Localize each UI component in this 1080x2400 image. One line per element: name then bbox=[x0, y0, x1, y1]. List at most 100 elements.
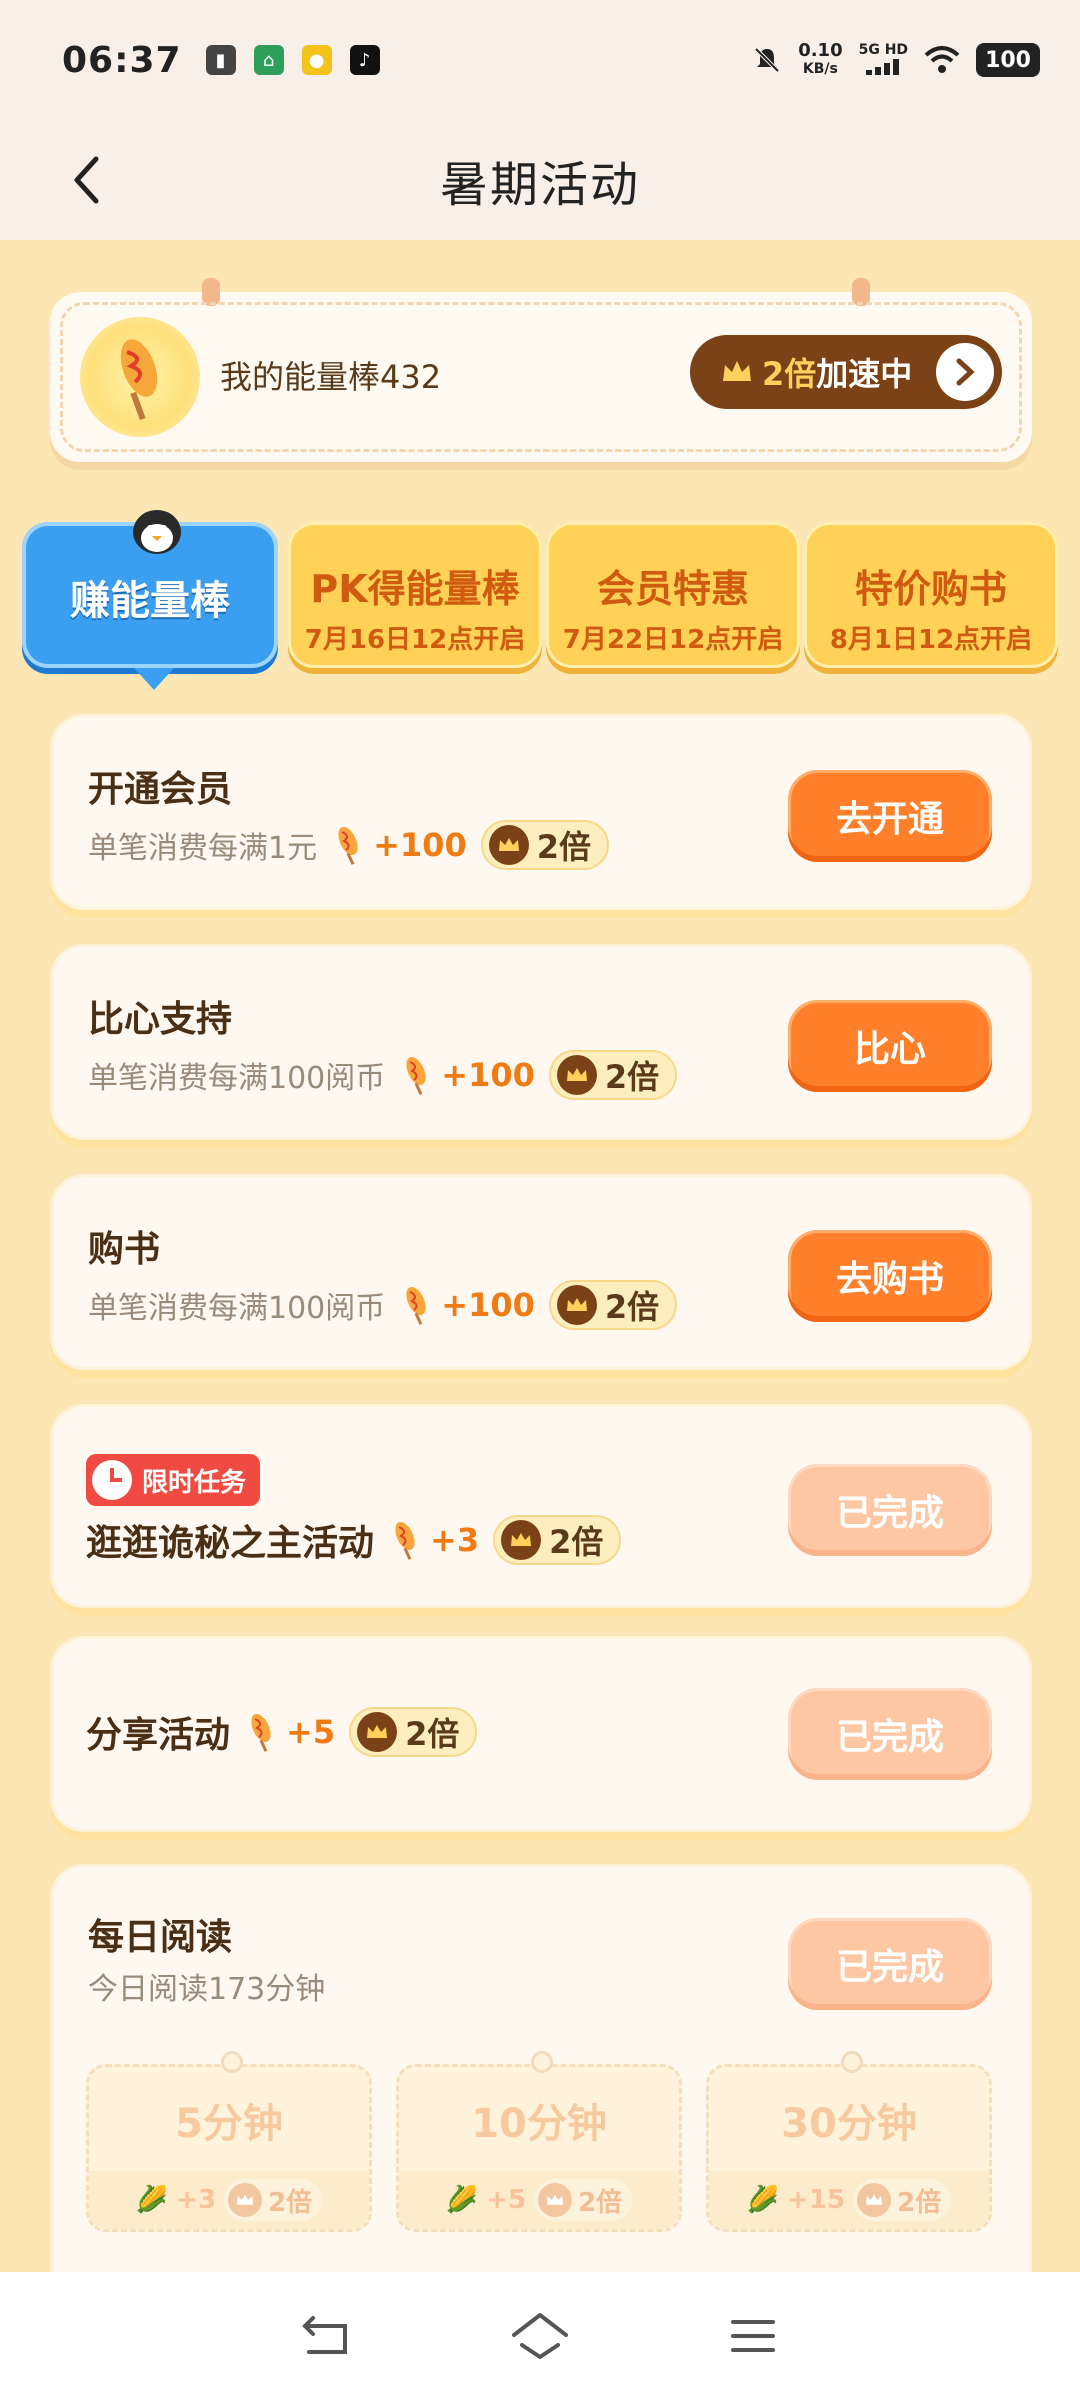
reward-amount: +100 bbox=[373, 826, 467, 864]
completed-button[interactable]: 已完成 bbox=[788, 1918, 992, 2010]
tile-reward-amount: +5 bbox=[486, 2185, 527, 2215]
reward-amount: +100 bbox=[441, 1286, 535, 1324]
status-bar: 06:37 ▮ ⌂ ● ♪ 0.10 KB/s 5G HD 100 bbox=[0, 0, 1080, 120]
tab-member-deal[interactable]: 会员特惠 7月22日12点开启 bbox=[546, 522, 800, 668]
multiplier-badge: 2倍 bbox=[548, 1050, 678, 1100]
corn-dog-icon bbox=[251, 1713, 271, 1752]
task-condition: 单笔消费每满1元 bbox=[88, 831, 318, 866]
nav-home-button[interactable] bbox=[500, 2296, 580, 2376]
tile-minutes: 10分钟 bbox=[471, 2101, 607, 2147]
multiplier-value: 2倍 bbox=[536, 828, 591, 866]
menu-icon bbox=[731, 2320, 776, 2352]
home-icon bbox=[511, 2313, 568, 2359]
tile-multiplier: 2倍 bbox=[853, 2179, 952, 2221]
corn-dog-icon bbox=[406, 1286, 426, 1325]
task-reward: +100 bbox=[399, 1054, 535, 1096]
back-arrow-icon bbox=[74, 156, 99, 204]
crown-icon bbox=[357, 1712, 398, 1752]
tile-pin bbox=[841, 2051, 863, 2073]
tile-pin bbox=[531, 2051, 553, 2073]
corn-dog-icon bbox=[120, 339, 158, 421]
tile-reward: 🌽 +15 2倍 bbox=[709, 2171, 989, 2229]
wifi-icon bbox=[924, 46, 960, 73]
energy-count: 我的能量棒432 bbox=[220, 358, 442, 396]
task-card-heart-support: 比心支持 单笔消费每满100阅币 +100 2倍 比心 bbox=[50, 944, 1032, 1140]
signal-icon bbox=[866, 58, 900, 75]
task-title: 每日阅读 bbox=[88, 1917, 233, 1958]
clock-icon bbox=[92, 1460, 132, 1500]
heart-support-button[interactable]: 比心 bbox=[788, 1000, 992, 1092]
return-icon bbox=[301, 2316, 347, 2354]
task-card-daily-reading: 每日阅读 今日阅读173分钟 已完成 5分钟 🌽 +3 2倍 10分钟 🌽 +5… bbox=[50, 1864, 1032, 2324]
tab-discount-books[interactable]: 特价购书 8月1日12点开启 bbox=[804, 522, 1058, 668]
tile-multiplier-value: 2倍 bbox=[578, 2187, 623, 2218]
mute-bell-icon bbox=[754, 47, 780, 73]
crown-icon bbox=[538, 2183, 573, 2217]
nav-back-button[interactable] bbox=[287, 2296, 367, 2376]
task-card-browse-activity: 限时任务 逛逛诡秘之主活动 +3 2倍 已完成 bbox=[50, 1404, 1032, 1608]
tile-reward-amount: +15 bbox=[787, 2185, 846, 2215]
app-header: 暑期活动 bbox=[0, 120, 1080, 240]
card-pin-right bbox=[852, 278, 870, 306]
open-member-button[interactable]: 去开通 bbox=[788, 770, 992, 862]
tab-label: PK得能量棒 bbox=[310, 567, 520, 611]
completed-button[interactable]: 已完成 bbox=[788, 1688, 992, 1780]
multiplier-value: 2倍 bbox=[604, 1058, 660, 1096]
reward-amount: +100 bbox=[441, 1056, 535, 1094]
corn-dog-icon bbox=[338, 826, 358, 865]
app-icon-yellow: ● bbox=[301, 45, 332, 75]
limited-task-badge: 限时任务 bbox=[86, 1454, 261, 1506]
tab-earn-energy[interactable]: 赚能量棒 bbox=[22, 510, 278, 690]
task-title: 比心支持 bbox=[88, 999, 233, 1040]
multiplier-value: 2倍 bbox=[405, 1715, 460, 1753]
net-speed-value: 0.10 bbox=[798, 40, 843, 61]
net-speed-unit: KB/s bbox=[802, 61, 838, 77]
tab-pk-energy[interactable]: PK得能量棒 7月16日12点开启 bbox=[288, 522, 542, 668]
completed-button[interactable]: 已完成 bbox=[788, 1464, 992, 1556]
nav-menu-button[interactable] bbox=[713, 2296, 793, 2376]
card-pin-left bbox=[202, 278, 220, 306]
tile-minutes: 5分钟 bbox=[175, 2101, 283, 2147]
speed-boost-button[interactable]: 2倍 加速中 bbox=[690, 335, 1002, 409]
limited-task-label: 限时任务 bbox=[142, 1467, 247, 1498]
task-title: 购书 bbox=[88, 1229, 161, 1270]
task-card-buy-books: 购书 单笔消费每满100阅币 +100 2倍 去购书 bbox=[50, 1174, 1032, 1370]
tile-multiplier-value: 2倍 bbox=[897, 2187, 942, 2218]
tile-reward-amount: +3 bbox=[176, 2185, 217, 2215]
speed-multiplier: 2倍 bbox=[762, 355, 817, 393]
task-subtitle: 单笔消费每满100阅币 +100 2倍 bbox=[88, 1280, 678, 1330]
multiplier-badge: 2倍 bbox=[493, 1515, 622, 1565]
reading-tile-10min: 10分钟 🌽 +5 2倍 bbox=[396, 2051, 682, 2232]
crown-icon bbox=[857, 2183, 892, 2217]
multiplier-value: 2倍 bbox=[604, 1288, 660, 1326]
tab-date: 7月16日12点开启 bbox=[304, 625, 526, 655]
reward-amount: +5 bbox=[286, 1713, 336, 1751]
tab-date: 7月22日12点开启 bbox=[562, 625, 784, 655]
buy-books-button[interactable]: 去购书 bbox=[788, 1230, 992, 1322]
crown-icon bbox=[556, 1055, 597, 1095]
network-type-label: 5G HD bbox=[858, 41, 909, 58]
task-reward: +3 bbox=[388, 1519, 479, 1561]
penguin-mascot-icon bbox=[133, 510, 181, 554]
tile-multiplier: 2倍 bbox=[534, 2179, 633, 2221]
tile-reward: 🌽 +3 2倍 bbox=[89, 2171, 369, 2229]
crown-icon bbox=[228, 2183, 263, 2217]
task-condition: 单笔消费每满100阅币 bbox=[88, 1061, 386, 1096]
tab-label: 特价购书 bbox=[854, 567, 1007, 611]
reward-amount: +3 bbox=[430, 1521, 480, 1559]
tab-pointer bbox=[134, 668, 174, 690]
crown-icon bbox=[556, 1285, 597, 1325]
reading-tile-30min: 30分钟 🌽 +15 2倍 bbox=[706, 2051, 992, 2232]
task-title-row: 逛逛诡秘之主活动 +3 2倍 bbox=[86, 1514, 622, 1566]
crown-icon bbox=[501, 1520, 542, 1560]
system-nav-bar bbox=[0, 2272, 1080, 2400]
tab-label: 会员特惠 bbox=[596, 567, 749, 611]
back-button[interactable] bbox=[56, 150, 116, 210]
notification-icons: ▮ ⌂ ● ♪ bbox=[205, 45, 380, 75]
task-title: 逛逛诡秘之主活动 bbox=[86, 1523, 375, 1564]
task-title-row: 分享活动 +5 2倍 bbox=[86, 1706, 478, 1758]
corn-dog-icon bbox=[395, 1521, 415, 1560]
tile-reward: 🌽 +5 2倍 bbox=[399, 2171, 679, 2229]
energy-card: 我的能量棒432 2倍 加速中 bbox=[50, 278, 1032, 462]
corn-dog-icon: 🌽 bbox=[746, 2185, 780, 2215]
